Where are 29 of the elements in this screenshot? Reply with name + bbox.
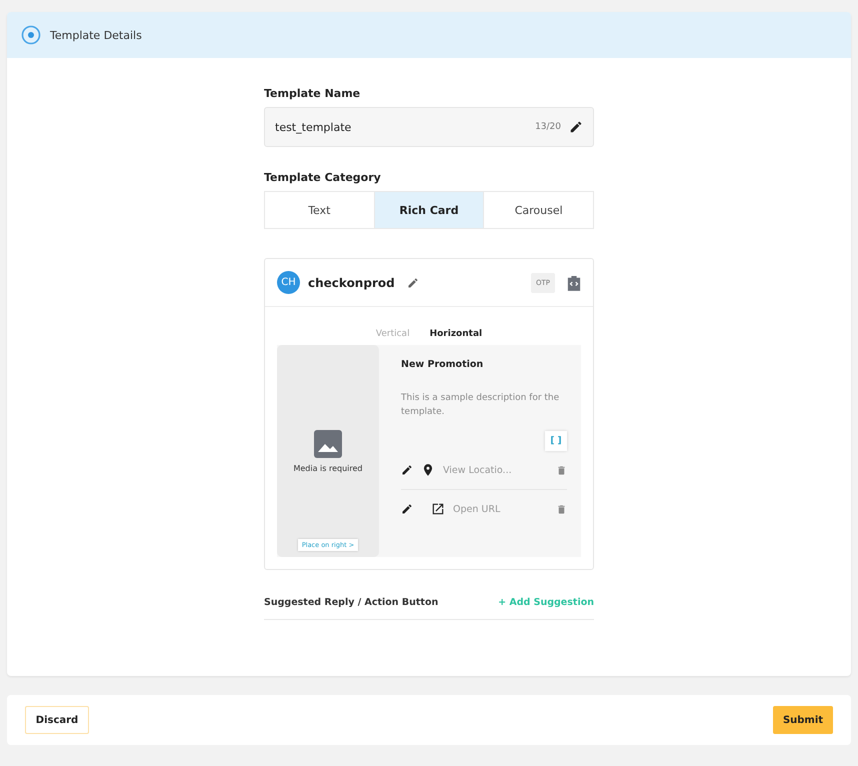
category-tab[interactable]: Carousel — [483, 192, 594, 228]
orientation-tab[interactable]: Horizontal — [430, 329, 482, 339]
suggestions-label: Suggested Reply / Action Button — [264, 597, 438, 608]
card-description: This is a sample description for the template. — [401, 392, 560, 418]
code-clipboard-icon[interactable] — [567, 274, 581, 290]
field-label: Template Category — [264, 171, 382, 184]
template-name-field[interactable]: test_template 13/20 — [264, 107, 594, 147]
character-counter: 13/20 — [535, 122, 561, 132]
location-pin-icon — [421, 463, 435, 477]
action-label: View Locatio... — [443, 464, 513, 476]
discard-button[interactable]: Discard — [25, 706, 89, 734]
category-tab[interactable]: Rich Card — [374, 192, 484, 228]
sender-name: checkonprod — [308, 276, 395, 290]
external-link-icon — [431, 502, 445, 516]
step-radio-icon — [21, 25, 41, 45]
category-tab[interactable]: Text — [265, 192, 374, 228]
media-required-text: Media is required — [293, 464, 363, 472]
image-icon — [314, 430, 342, 458]
section-title: Template Details — [50, 28, 142, 42]
card-title: New Promotion — [401, 359, 484, 370]
field-label: Template Name — [264, 87, 362, 100]
pencil-icon[interactable] — [401, 503, 413, 515]
trash-icon[interactable] — [556, 464, 567, 476]
pencil-icon[interactable] — [401, 464, 413, 476]
action-label: Open URL — [453, 504, 502, 514]
pencil-icon[interactable] — [569, 120, 583, 134]
avatar: CH — [277, 271, 300, 294]
trash-icon[interactable] — [556, 504, 567, 514]
submit-button[interactable]: Submit — [773, 706, 833, 734]
